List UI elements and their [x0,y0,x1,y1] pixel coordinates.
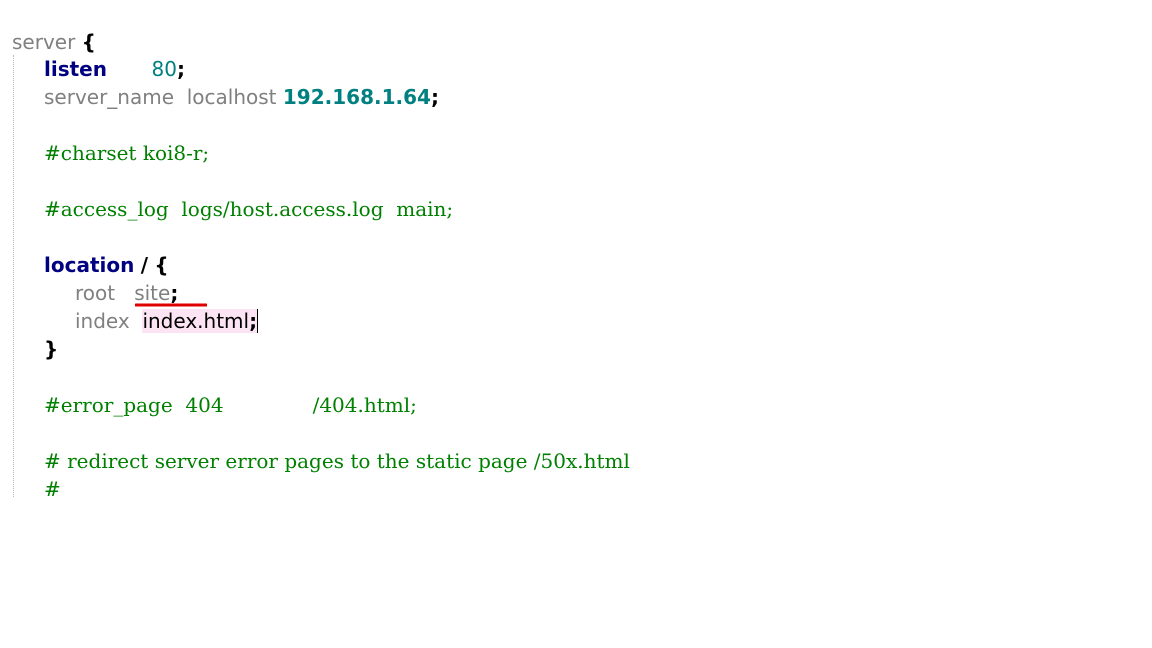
comment-text: #error_page 404 /404.html; [44,393,417,417]
comment-text: #charset koi8-r; [44,141,210,165]
close-brace: } [44,337,59,361]
comment-text: # redirect server error pages to the sta… [44,449,630,473]
code-line-comment-charset: #charset koi8-r; [44,139,209,167]
location-path: / [140,253,149,277]
server-name-host: localhost [186,85,277,109]
text-cursor [257,309,259,333]
indent-guide [13,55,14,497]
code-editor[interactable]: server { listen 80; server_name localhos… [0,0,1152,648]
location-directive: location [44,253,135,277]
code-line-server: server { [12,28,96,56]
semicolon: ; [170,281,179,305]
listen-spacing [107,57,152,81]
code-line-listen: listen 80; [44,55,185,83]
listen-port: 80 [151,57,177,81]
server-name-spacing [174,85,187,109]
server-keyword: server [12,30,76,54]
server-name-directive: server_name [44,85,175,109]
code-line-comment-hash: # [44,475,61,503]
semicolon: ; [176,57,185,81]
semicolon: ; [430,85,439,109]
root-value: site [134,281,171,305]
code-line-location: location / { [44,251,169,279]
index-directive: index [75,309,130,333]
code-line-comment-redirect: # redirect server error pages to the sta… [44,447,630,475]
root-directive: root [75,281,116,305]
open-brace: { [81,30,96,54]
semicolon: ; [249,309,258,333]
code-line-comment-error-page: #error_page 404 /404.html; [44,391,417,419]
code-line-server-name: server_name localhost 192.168.1.64; [44,83,439,111]
index-value-highlighted: index.html [142,309,250,333]
code-line-comment-access-log: #access_log logs/host.access.log main; [44,195,453,223]
comment-text: # [44,477,61,501]
listen-directive: listen [44,57,107,81]
comment-text: #access_log logs/host.access.log main; [44,197,454,221]
server-name-ip: 192.168.1.64 [282,85,431,109]
open-brace: { [154,253,169,277]
code-line-index: index index.html; [75,307,259,335]
code-line-close-brace: } [44,335,58,363]
